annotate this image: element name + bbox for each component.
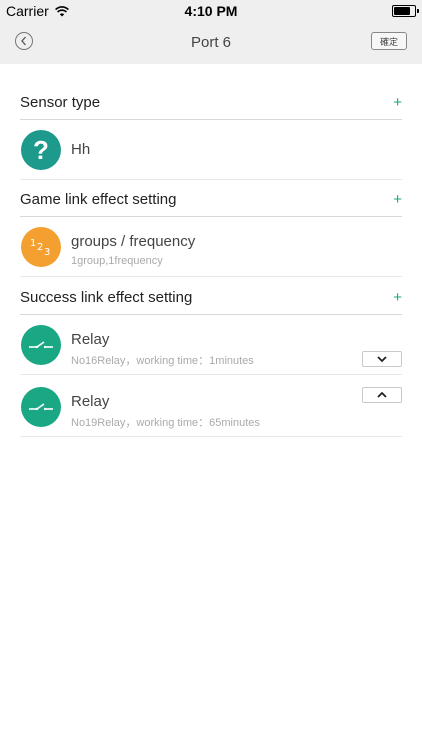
relay-switch-icon: [21, 325, 61, 365]
status-bar: Carrier 4:10 PM: [0, 0, 422, 22]
numbers-glyph: 1 2 3: [30, 238, 50, 258]
item-title: Relay: [71, 331, 110, 348]
question-icon: ?: [21, 130, 61, 170]
item-title: groups / frequency: [71, 233, 196, 250]
add-success-link-button[interactable]: +: [393, 289, 402, 306]
chevron-up-icon: [377, 391, 387, 398]
move-down-button[interactable]: [362, 351, 402, 367]
svg-text:3: 3: [44, 247, 50, 258]
section-success-link: Success link effect setting +: [20, 279, 402, 315]
section-title: Game link effect setting: [20, 191, 177, 208]
relay-glyph: [29, 403, 53, 411]
section-title: Success link effect setting: [20, 289, 193, 306]
list-item-groups[interactable]: 1 2 3 groups / frequency 1group,1frequen…: [20, 217, 402, 277]
item-title: Relay: [71, 393, 110, 410]
status-time: 4:10 PM: [184, 3, 238, 19]
section-title: Sensor type: [20, 94, 101, 111]
question-glyph: ?: [33, 134, 49, 165]
page-title: Port 6: [190, 34, 232, 51]
chevron-down-icon: [377, 356, 387, 363]
list-item-relay[interactable]: Relay No16Relay，working time：1minutes: [20, 315, 402, 375]
item-subtitle: 1group,1frequency: [71, 255, 163, 267]
svg-text:2: 2: [37, 242, 43, 253]
item-subtitle: No19Relay，working time：65minutes: [71, 417, 260, 429]
add-game-link-button[interactable]: +: [393, 191, 402, 208]
add-sensor-button[interactable]: +: [393, 94, 402, 111]
item-subtitle: No16Relay，working time：1minutes: [71, 355, 254, 367]
numbers-icon: 1 2 3: [21, 227, 61, 267]
battery-icon: [392, 5, 419, 17]
battery-fill: [394, 7, 411, 15]
relay-glyph: [29, 341, 53, 349]
nav-bar: Port 6 確定: [0, 22, 422, 64]
section-game-link: Game link effect setting +: [20, 181, 402, 217]
svg-text:1: 1: [30, 238, 36, 249]
list-item-relay[interactable]: Relay No19Relay，working time：65minutes: [20, 377, 402, 437]
confirm-button[interactable]: 確定: [371, 32, 407, 50]
move-up-button[interactable]: [362, 387, 402, 403]
sensor-name: Hh: [71, 141, 91, 158]
relay-switch-icon: [21, 387, 61, 427]
section-sensor-type: Sensor type +: [20, 84, 402, 120]
list-item-sensor[interactable]: ? Hh: [20, 120, 402, 180]
